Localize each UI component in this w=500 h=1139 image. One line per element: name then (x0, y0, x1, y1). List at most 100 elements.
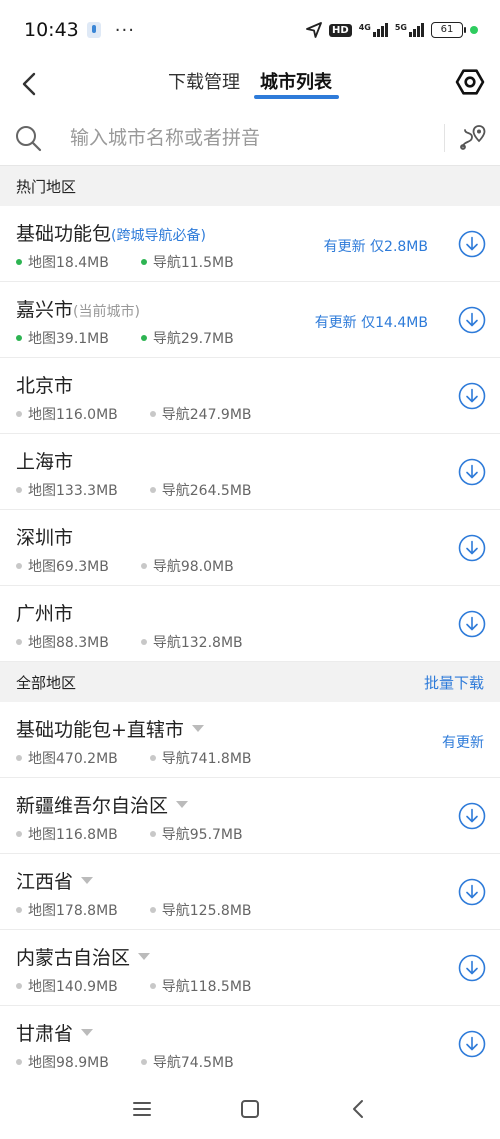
expand-caret-icon[interactable] (81, 877, 94, 884)
download-icon[interactable] (458, 534, 486, 562)
settings-button[interactable] (452, 64, 488, 100)
region-row-basic-municipalities[interactable]: 基础功能包+直辖市 地图470.2MB 导航741.8MB 有更新 (0, 702, 500, 778)
nav-size: 导航95.7MB (161, 827, 243, 843)
city-name: 上海市 (16, 451, 74, 473)
pending-dot-icon (149, 411, 156, 417)
pending-dot-icon (16, 411, 22, 417)
expand-caret-icon[interactable] (191, 725, 204, 732)
more-notifications-icon: ··· (114, 19, 135, 41)
pending-dot-icon (16, 639, 22, 645)
city-row-shenzhen[interactable]: 深圳市 地图69.3MB 导航98.0MB (0, 510, 500, 586)
city-row-shanghai[interactable]: 上海市 地图133.3MB 导航264.5MB (0, 434, 500, 510)
region-name: 新疆维吾尔自治区 (16, 795, 169, 817)
downloaded-dot-icon (16, 335, 22, 341)
downloaded-dot-icon (16, 259, 22, 265)
map-size: 地图39.1MB (28, 331, 109, 347)
download-icon[interactable] (458, 230, 486, 258)
city-name: 广州市 (16, 603, 74, 625)
search-divider (444, 124, 445, 152)
nav-size: 导航125.8MB (161, 903, 252, 919)
back-chevron-icon (353, 1100, 363, 1118)
header: 下载管理 城市列表 (0, 60, 500, 110)
region-name: 内蒙古自治区 (16, 947, 131, 969)
home-square-icon (241, 1100, 259, 1118)
nav-size: 导航98.0MB (152, 559, 234, 575)
nav-size: 导航11.5MB (152, 255, 234, 271)
map-size: 地图88.3MB (28, 635, 109, 651)
city-name: 深圳市 (16, 527, 74, 549)
pending-dot-icon (149, 487, 156, 493)
nav-size: 导航132.8MB (152, 635, 243, 651)
section-all-regions: 全部地区 批量下载 (0, 662, 500, 702)
download-icon[interactable] (458, 306, 486, 334)
region-name: 江西省 (16, 871, 74, 893)
pending-dot-icon (149, 907, 156, 913)
city-row-jiaxing[interactable]: 嘉兴市(当前城市) 地图39.1MB 导航29.7MB 有更新 仅14.4MB (0, 282, 500, 358)
hd-voice-icon: HD (329, 23, 352, 37)
nav-size: 导航741.8MB (161, 751, 252, 767)
status-time: 10:43 (24, 19, 79, 41)
download-icon[interactable] (458, 1030, 486, 1058)
pending-dot-icon (16, 1059, 22, 1065)
downloaded-dot-icon (140, 259, 147, 265)
status-bar: 10:43 ··· HD 4G 5G 61 (0, 0, 500, 60)
update-status[interactable]: 有更新 (442, 732, 484, 752)
map-size: 地图69.3MB (28, 559, 109, 575)
settings-hexagon-icon (455, 69, 485, 95)
section-title: 全部地区 (16, 673, 77, 692)
map-size: 地图140.9MB (28, 979, 118, 995)
pending-dot-icon (16, 907, 22, 913)
city-name: 北京市 (16, 375, 74, 397)
batch-download-button[interactable]: 批量下载 (424, 672, 484, 693)
tab-city-list[interactable]: 城市列表 (260, 68, 332, 94)
back-button[interactable] (12, 66, 48, 102)
city-row-basic-package[interactable]: 基础功能包(跨城导航必备) 地图18.4MB 导航11.5MB 有更新 仅2.8… (0, 206, 500, 282)
map-size: 地图470.2MB (28, 751, 118, 767)
region-row-jiangxi[interactable]: 江西省 地图178.8MB 导航125.8MB (0, 854, 500, 930)
active-tab-indicator (254, 95, 339, 99)
map-size: 地图116.0MB (28, 407, 118, 423)
section-title: 热门地区 (16, 177, 77, 196)
download-icon[interactable] (458, 954, 486, 982)
city-name: 嘉兴市 (16, 299, 74, 321)
city-row-guangzhou[interactable]: 广州市 地图88.3MB 导航132.8MB (0, 586, 500, 662)
route-location-icon[interactable] (458, 122, 488, 152)
map-size: 地图116.8MB (28, 827, 118, 843)
nav-size: 导航264.5MB (161, 483, 252, 499)
search-icon (16, 125, 42, 151)
search-input[interactable] (70, 126, 420, 149)
region-name: 基础功能包+直辖市 (16, 719, 184, 741)
region-row-xinjiang[interactable]: 新疆维吾尔自治区 地图116.8MB 导航95.7MB (0, 778, 500, 854)
download-icon[interactable] (458, 382, 486, 410)
download-icon[interactable] (458, 610, 486, 638)
notification-icon (86, 22, 101, 38)
city-row-beijing[interactable]: 北京市 地图116.0MB 导航247.9MB (0, 358, 500, 434)
menu-button[interactable] (131, 1098, 153, 1120)
pending-dot-icon (149, 831, 156, 837)
nav-size: 导航118.5MB (161, 979, 252, 995)
region-row-inner-mongolia[interactable]: 内蒙古自治区 地图140.9MB 导航118.5MB (0, 930, 500, 1006)
privacy-indicator-icon (470, 26, 478, 34)
system-nav-bar (0, 1078, 500, 1139)
pending-dot-icon (140, 1059, 147, 1065)
pending-dot-icon (16, 983, 22, 989)
expand-caret-icon[interactable] (138, 953, 151, 960)
system-back-button[interactable] (347, 1098, 369, 1120)
nav-size: 导航29.7MB (152, 331, 234, 347)
nav-size: 导航74.5MB (152, 1055, 234, 1071)
expand-caret-icon[interactable] (176, 801, 189, 808)
download-icon[interactable] (458, 458, 486, 486)
pending-dot-icon (16, 755, 22, 761)
pending-dot-icon (16, 487, 22, 493)
map-size: 地图98.9MB (28, 1055, 109, 1071)
update-status[interactable]: 有更新 仅14.4MB (315, 312, 428, 332)
region-row-gansu[interactable]: 甘肃省 地图98.9MB 导航74.5MB (0, 1006, 500, 1082)
home-button[interactable] (239, 1098, 261, 1120)
tab-download-manager[interactable]: 下载管理 (168, 68, 240, 94)
region-name: 甘肃省 (16, 1023, 74, 1045)
downloaded-dot-icon (140, 335, 147, 341)
download-icon[interactable] (458, 802, 486, 830)
download-icon[interactable] (458, 878, 486, 906)
expand-caret-icon[interactable] (81, 1029, 94, 1036)
update-status[interactable]: 有更新 仅2.8MB (324, 236, 428, 256)
